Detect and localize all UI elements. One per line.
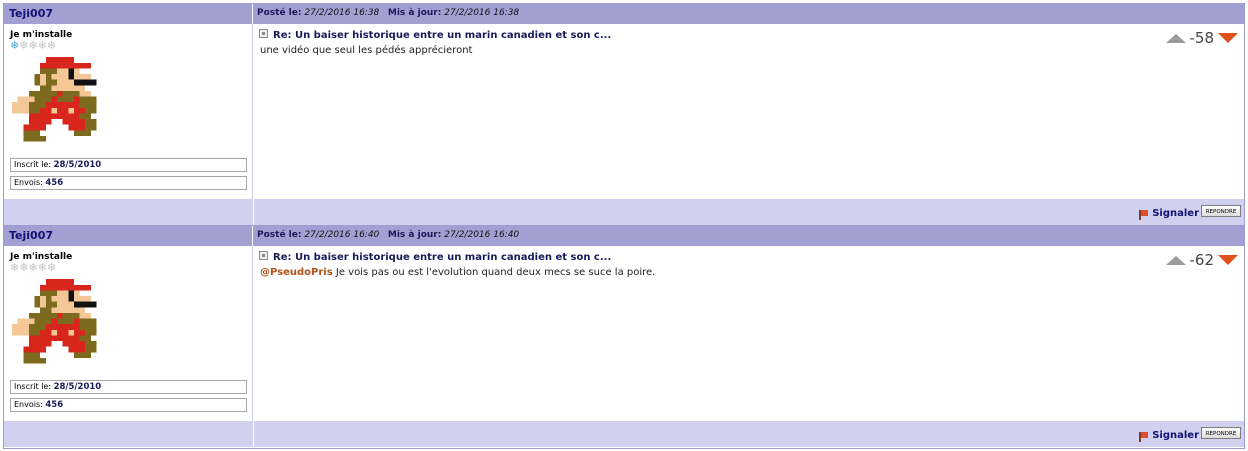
post-meta: Posté le: 27/2/2016 16:38 Mis à jour: 27… <box>254 4 519 24</box>
registered-date: 28/5/2010 <box>53 160 102 170</box>
post-count-info: Envois: 456 <box>10 398 247 412</box>
updated-date: 27/2/2016 16:40 <box>444 230 520 240</box>
star-empty-icon: ❄ <box>28 261 38 274</box>
post-count-label: Envois: <box>14 178 43 187</box>
posted-label: Posté le: <box>257 8 302 18</box>
star-empty-icon: ❄ <box>28 39 38 52</box>
star-empty-icon: ❄ <box>37 39 47 52</box>
vote-widget: -58 <box>1165 28 1238 48</box>
reply-button[interactable]: REPONDRE <box>1201 427 1241 439</box>
author-name[interactable]: Teji007 <box>4 4 253 24</box>
vote-down-icon[interactable] <box>1218 33 1238 43</box>
star-empty-icon: ❄ <box>10 261 20 274</box>
avatar[interactable] <box>12 277 102 377</box>
post-content: Re: Un baiser historique entre un marin … <box>254 24 1244 199</box>
post-content: Re: Un baiser historique entre un marin … <box>254 246 1244 421</box>
vote-up-icon[interactable] <box>1165 255 1186 265</box>
flag-icon[interactable] <box>1139 432 1149 442</box>
forum-thread: Teji007 Posté le: 27/2/2016 16:38 Mis à … <box>3 3 1245 449</box>
registered-info: Inscrit le: 28/5/2010 <box>10 158 247 172</box>
registered-label: Inscrit le: <box>14 160 52 169</box>
rank-stars: ❄❄❄❄❄ <box>10 262 56 274</box>
registered-label: Inscrit le: <box>14 382 52 391</box>
avatar[interactable] <box>12 55 102 155</box>
report-link[interactable]: Signaler <box>1152 430 1199 441</box>
updated-label: Mis à jour: <box>387 230 442 240</box>
message-text: Je vois pas ou est l'evolution quand deu… <box>332 267 656 278</box>
post-subject[interactable]: Re: Un baiser historique entre un marin … <box>273 30 611 41</box>
report-link[interactable]: Signaler <box>1152 208 1199 219</box>
star-filled-icon: ❄ <box>10 39 20 52</box>
updated-date: 27/2/2016 16:38 <box>444 8 520 18</box>
vote-up-icon[interactable] <box>1165 33 1186 43</box>
post-header: Teji007 Posté le: 27/2/2016 16:40 Mis à … <box>4 226 1244 246</box>
posted-date: 27/2/2016 16:40 <box>304 230 380 240</box>
author-panel: Je m'installe ❄❄❄❄❄ Inscrit le: 28/5/201… <box>4 246 253 421</box>
rank-stars: ❄❄❄❄❄ <box>10 40 56 52</box>
posted-label: Posté le: <box>257 230 302 240</box>
vote-score: -58 <box>1189 29 1215 47</box>
flag-icon[interactable] <box>1139 210 1149 220</box>
post-body: Je m'installe ❄❄❄❄❄ Inscrit le: 28/5/201… <box>4 246 1244 421</box>
posted-date: 27/2/2016 16:38 <box>304 8 380 18</box>
author-name[interactable]: Teji007 <box>4 226 253 246</box>
post-subject[interactable]: Re: Un baiser historique entre un marin … <box>273 252 611 263</box>
post-message: une vidéo que seul les pédés apprécieron… <box>260 45 472 56</box>
star-empty-icon: ❄ <box>46 39 57 52</box>
post-body: Je m'installe ❄❄❄❄❄ Inscrit le: 28/5/201… <box>4 24 1244 199</box>
post-message: @PseudoPris Je vois pas ou est l'evoluti… <box>260 267 655 278</box>
registered-date: 28/5/2010 <box>53 382 102 392</box>
user-mention[interactable]: @PseudoPris <box>260 267 333 278</box>
post-count: 456 <box>45 178 64 188</box>
footer-divider <box>253 421 254 447</box>
author-panel: Je m'installe ❄❄❄❄❄ Inscrit le: 28/5/201… <box>4 24 253 199</box>
post-count: 456 <box>45 400 64 410</box>
post-footer: Signaler REPONDRE <box>4 421 1244 447</box>
post-count-info: Envois: 456 <box>10 176 247 190</box>
registered-info: Inscrit le: 28/5/2010 <box>10 380 247 394</box>
post-meta: Posté le: 27/2/2016 16:40 Mis à jour: 27… <box>254 226 519 246</box>
post-count-label: Envois: <box>14 400 43 409</box>
vote-score: -62 <box>1189 251 1215 269</box>
footer-divider <box>253 199 254 225</box>
message-text: une vidéo que seul les pédés apprécieron… <box>260 45 473 56</box>
star-empty-icon: ❄ <box>37 261 47 274</box>
post-header: Teji007 Posté le: 27/2/2016 16:38 Mis à … <box>4 4 1244 24</box>
vote-down-icon[interactable] <box>1218 255 1238 265</box>
vote-widget: -62 <box>1165 250 1238 270</box>
post-icon <box>259 251 268 260</box>
post-footer: Signaler REPONDRE <box>4 199 1244 225</box>
reply-button[interactable]: REPONDRE <box>1201 205 1241 217</box>
post-icon <box>259 29 268 38</box>
star-empty-icon: ❄ <box>46 261 57 274</box>
updated-label: Mis à jour: <box>387 8 442 18</box>
